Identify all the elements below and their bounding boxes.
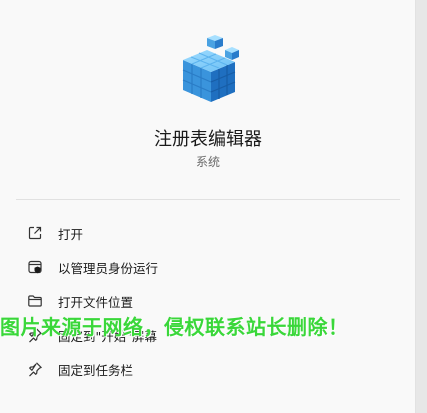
menu-item-label: 固定到"开始"屏幕 (58, 328, 157, 344)
registry-cubes-icon (182, 35, 239, 102)
app-subtitle: 系统 (195, 155, 220, 169)
menu-item-run-as-admin[interactable]: 以管理员身份运行 (16, 250, 400, 284)
open-external-icon (26, 224, 44, 242)
menu-item-label: 打开文件位置 (58, 294, 134, 310)
shield-admin-icon (26, 258, 44, 276)
menu-item-label: 固定到任务栏 (58, 362, 134, 378)
search-result-panel: 注册表编辑器 系统 打开 以管理员身份运行 打开文件位置 固定到"开始"屏幕 固… (0, 0, 416, 413)
menu-item-label: 打开 (58, 226, 84, 242)
menu-item-label: 以管理员身份运行 (58, 260, 159, 276)
menu-item-pin-to-taskbar[interactable]: 固定到任务栏 (16, 352, 400, 386)
folder-icon (26, 292, 44, 310)
window-edge (416, 0, 427, 413)
menu-item-open[interactable]: 打开 (16, 216, 400, 250)
divider (16, 199, 400, 200)
menu-item-open-file-location[interactable]: 打开文件位置 (16, 284, 400, 318)
app-title: 注册表编辑器 (154, 129, 262, 150)
context-menu: 打开 以管理员身份运行 打开文件位置 固定到"开始"屏幕 固定到任务栏 (16, 216, 400, 386)
pin-icon (26, 326, 44, 344)
pin-icon (26, 360, 44, 378)
menu-item-pin-to-start[interactable]: 固定到"开始"屏幕 (16, 318, 400, 352)
